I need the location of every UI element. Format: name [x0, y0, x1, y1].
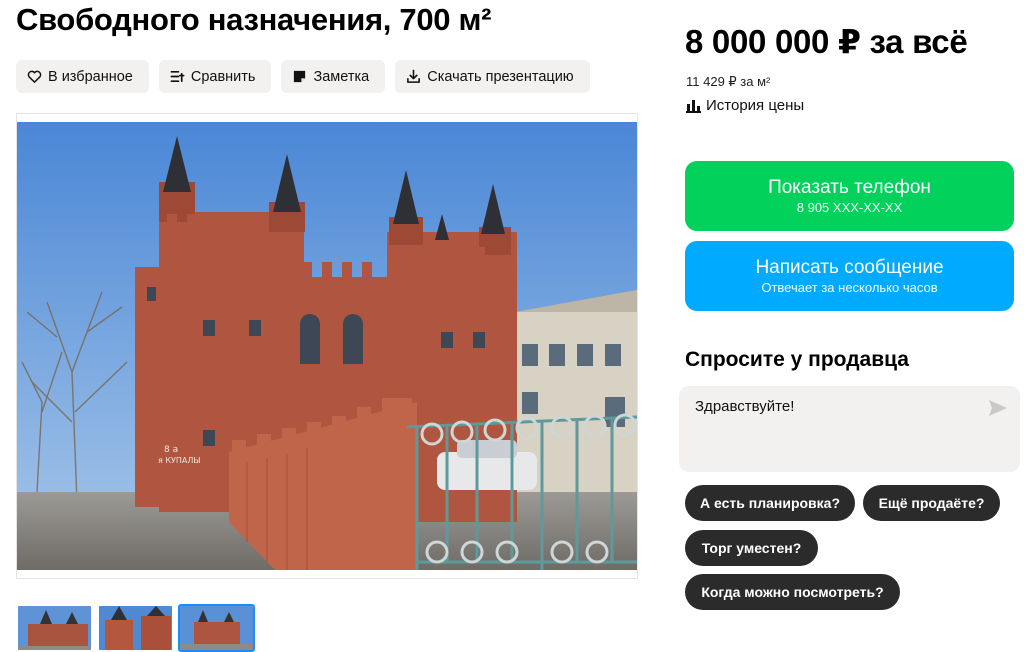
price-per-m2: 11 429 ₽ за м² [686, 74, 771, 89]
bar-chart-icon [686, 99, 701, 113]
favorite-button[interactable]: В избранное [16, 60, 149, 93]
listing-actions: В избранное Сравнить Заметка Скачать пре… [16, 60, 590, 93]
photo-thumbnail-active[interactable] [178, 604, 255, 652]
svg-text:я КУПАЛЫ: я КУПАЛЫ [158, 456, 200, 465]
response-time-note: Отвечает за несколько часов [761, 279, 938, 295]
photo-thumbnail[interactable] [16, 604, 93, 652]
compare-button[interactable]: Сравнить [158, 60, 272, 93]
send-icon[interactable] [988, 399, 1008, 417]
ask-seller-title: Спросите у продавца [685, 348, 909, 371]
thumbnail-strip [16, 604, 255, 652]
svg-text:8 а: 8 а [164, 445, 178, 455]
ask-seller-input[interactable]: Здравствуйте! [679, 386, 1020, 472]
favorite-label: В избранное [48, 68, 133, 85]
main-photo-frame[interactable]: 8 а я КУПАЛЫ [16, 113, 638, 579]
download-icon [407, 69, 421, 83]
ask-seller-input-value: Здравствуйте! [695, 398, 795, 415]
note-icon [294, 70, 306, 83]
quick-question-chip[interactable]: Торг уместен? [685, 530, 818, 566]
masked-phone-number: 8 905 XXX-XX-XX [796, 199, 903, 215]
quick-question-chip[interactable]: Когда можно посмотреть? [685, 574, 900, 610]
quick-question-chip[interactable]: Ещё продаёте? [863, 485, 1000, 521]
price-history-label: История цены [706, 97, 805, 114]
write-message-label: Написать сообщение [755, 256, 944, 278]
download-presentation-button[interactable]: Скачать презентацию [395, 60, 590, 93]
show-phone-label: Показать телефон [768, 176, 931, 198]
photo-thumbnail[interactable] [97, 604, 174, 652]
compare-label: Сравнить [190, 68, 256, 85]
price-total: 8 000 000 ₽ за всё [685, 23, 968, 60]
show-phone-button[interactable]: Показать телефон 8 905 XXX-XX-XX [685, 161, 1014, 231]
note-label: Заметка [313, 68, 370, 85]
listing-title: Свободного назначения, 700 м² [16, 2, 492, 37]
quick-question-chip[interactable]: А есть планировка? [685, 485, 855, 521]
write-message-button[interactable]: Написать сообщение Отвечает за несколько… [685, 241, 1014, 311]
note-button[interactable]: Заметка [281, 60, 386, 93]
price-history-link[interactable]: История цены [686, 97, 804, 114]
main-photo[interactable]: 8 а я КУПАЛЫ [17, 122, 637, 570]
compare-icon [170, 70, 185, 83]
heart-icon [27, 70, 42, 83]
download-label: Скачать презентацию [427, 68, 574, 85]
